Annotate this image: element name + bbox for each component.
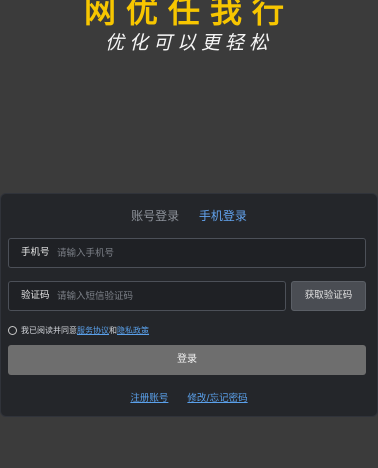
header: 网优任我行 优化可以更轻松 [0, 0, 378, 60]
code-label: 验证码 [21, 290, 50, 301]
agreement-radio[interactable] [8, 326, 17, 335]
tab-phone-login[interactable]: 手机登录 [199, 207, 247, 224]
bottom-links: 注册账号 修改/忘记密码 [1, 390, 377, 404]
code-field: 验证码 [8, 281, 286, 311]
agreement-row: 我已阅读并同意服务协议和隐私政策 [8, 325, 149, 339]
phone-input[interactable] [57, 239, 353, 267]
phone-label: 手机号 [21, 247, 50, 258]
forgot-password-link[interactable]: 修改/忘记密码 [187, 393, 247, 404]
agreement-prefix: 我已阅读并同意 [21, 326, 77, 335]
login-button[interactable]: 登录 [8, 345, 366, 375]
privacy-policy-link[interactable]: 隐私政策 [117, 326, 149, 335]
service-agreement-link[interactable]: 服务协议 [77, 326, 109, 335]
login-card: 账号登录 手机登录 手机号 验证码 获取验证码 我已阅读并同意服务协议和隐私政策… [0, 193, 378, 417]
register-link[interactable]: 注册账号 [130, 393, 168, 404]
tab-account-login[interactable]: 账号登录 [131, 207, 179, 224]
login-tabs: 账号登录 手机登录 [1, 207, 377, 227]
phone-field: 手机号 [8, 238, 366, 268]
agreement-and: 和 [109, 326, 117, 335]
brand-slogan: 优化可以更轻松 [104, 32, 273, 54]
code-input[interactable] [57, 282, 277, 310]
get-code-button[interactable]: 获取验证码 [291, 281, 366, 311]
